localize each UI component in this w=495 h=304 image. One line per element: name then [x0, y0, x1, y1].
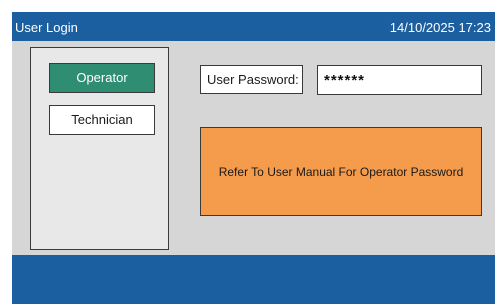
user-select-panel: Operator Technician — [30, 47, 169, 250]
password-label: User Password: — [200, 65, 303, 94]
operator-password-message: Refer To User Manual For Operator Passwo… — [200, 127, 482, 216]
password-input[interactable] — [317, 65, 482, 95]
technician-button[interactable]: Technician — [49, 105, 155, 135]
operator-button[interactable]: Operator — [49, 63, 155, 93]
footer-bar — [12, 255, 495, 304]
datetime-display: 14/10/2025 17:23 — [389, 20, 491, 35]
login-screen: User Login 14/10/2025 17:23 Operator Tec… — [12, 12, 495, 304]
screen-title: User Login — [15, 20, 78, 35]
header-bar: User Login 14/10/2025 17:23 — [12, 12, 495, 41]
